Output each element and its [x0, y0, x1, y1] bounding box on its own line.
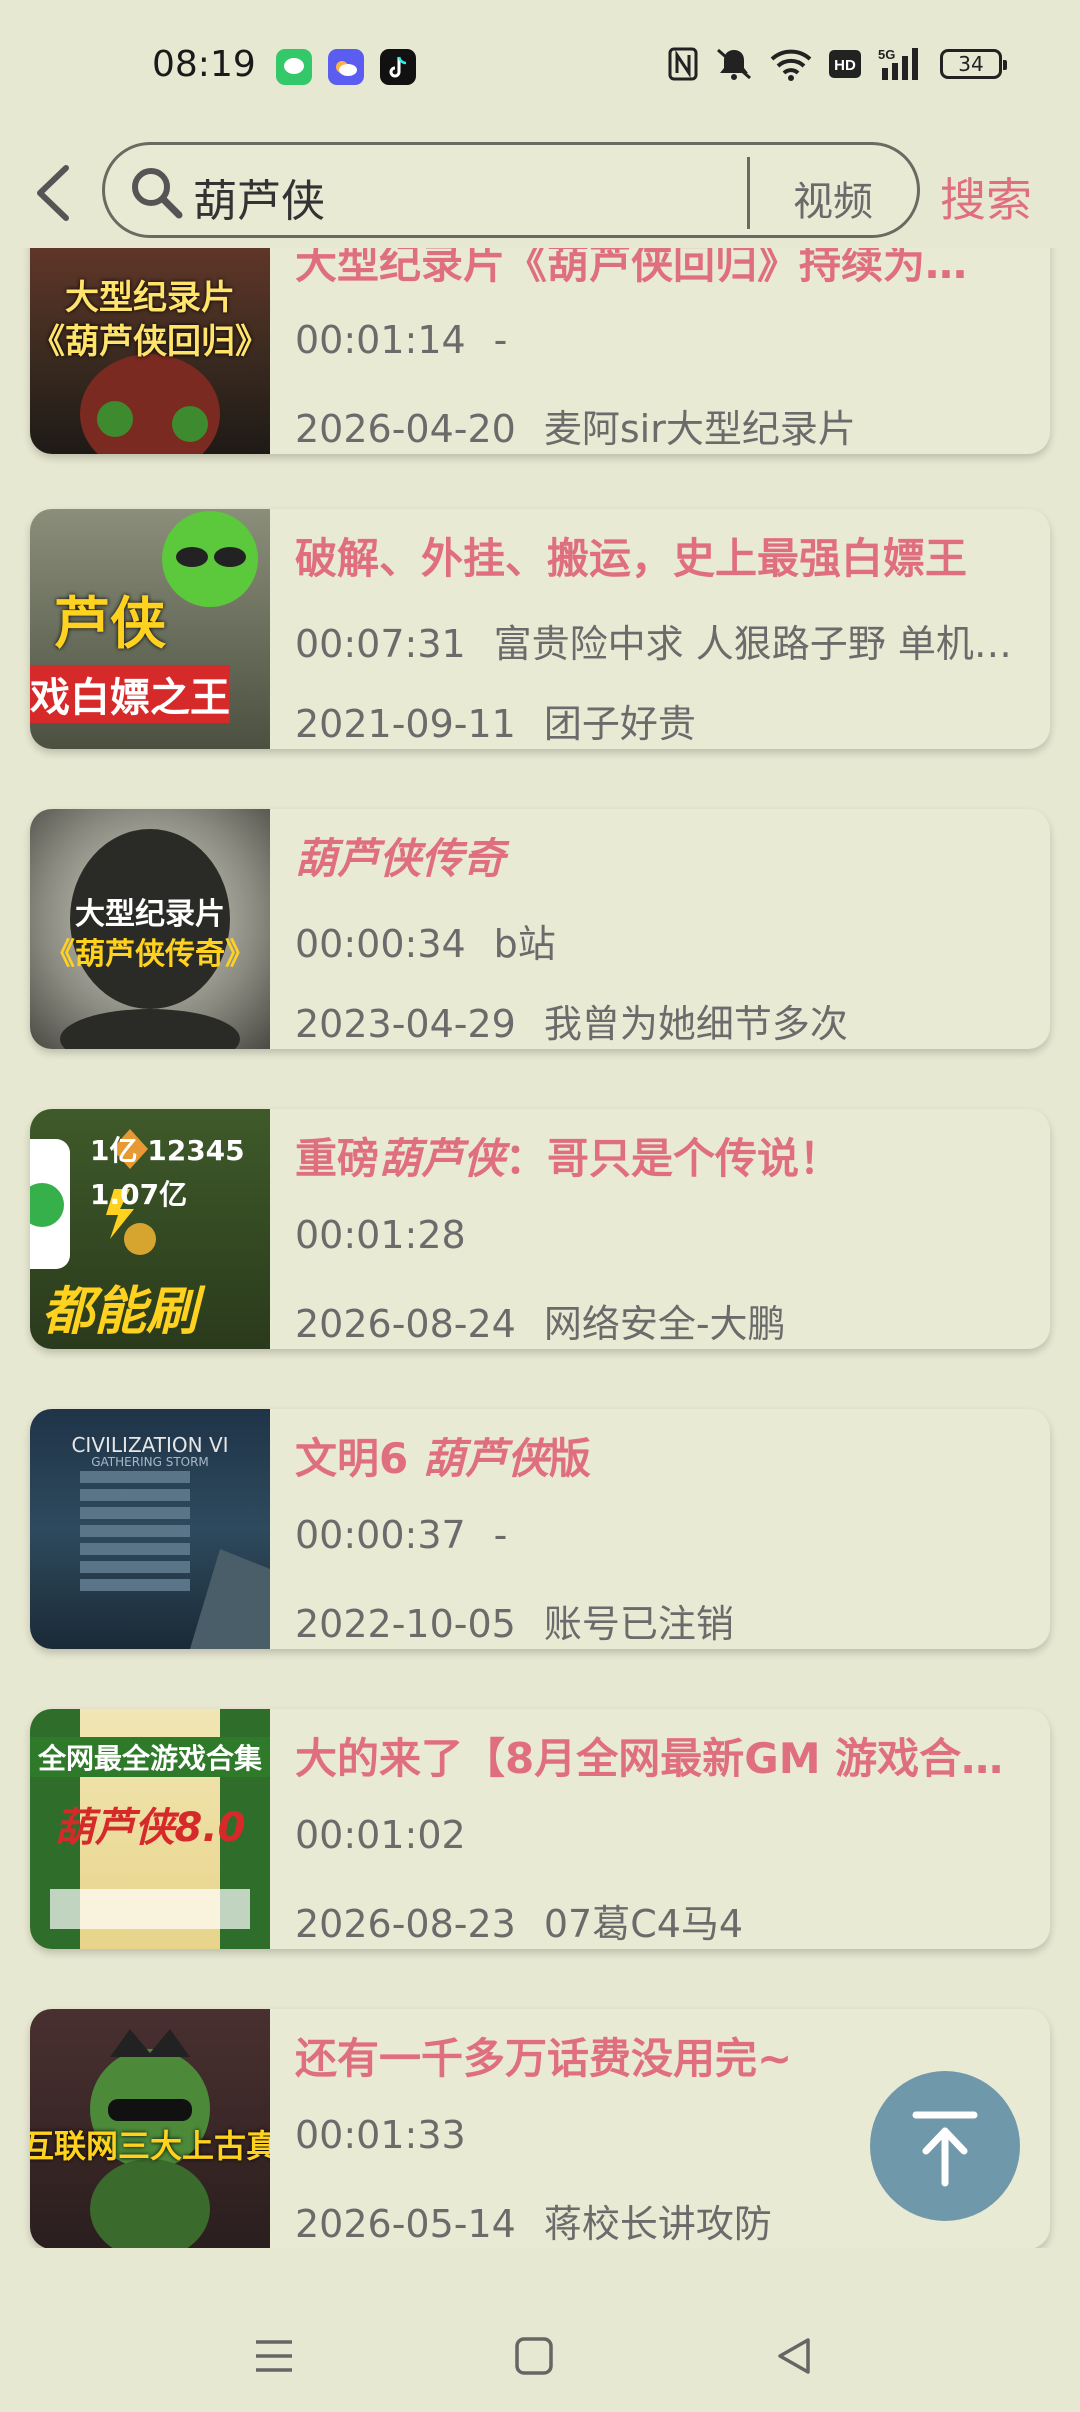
thumbnail-caption: 戏白嫖之王	[30, 665, 230, 723]
video-card[interactable]: 全网最全游戏合集 葫芦侠8.0 大的来了【8月全网最新GM 游戏合集】 00:0…	[30, 1709, 1050, 1949]
search-header: 葫芦侠 视频 搜索	[0, 138, 1080, 248]
video-meta-date: 2021-09-11 团子好贵	[295, 702, 696, 746]
video-thumbnail: 1亿 12345 1.07亿 都能刷	[30, 1109, 270, 1349]
nfc-icon	[668, 47, 698, 81]
video-card[interactable]: 芦侠 戏白嫖之王 破解、外挂、搬运，史上最强白嫖王 00:07:31 富贵险中求 …	[30, 509, 1050, 749]
status-icons: HD 5G 34	[668, 46, 1007, 82]
thumbnail-caption: 大型纪录片	[75, 897, 225, 932]
video-title: 文明6 葫芦侠版	[295, 1434, 591, 1483]
video-meta-date: 2026-08-23 07葛C4马4	[295, 1902, 744, 1946]
status-bar: 08:19 HD 5G 34	[0, 0, 1080, 138]
video-card[interactable]: CIVILIZATION VI GATHERING STORM 文明6 葫芦侠版…	[30, 1409, 1050, 1649]
video-meta-duration: 00:00:34 b站	[295, 922, 556, 966]
video-meta-duration: 00:00:37-	[295, 1513, 508, 1557]
thumbnail-caption: 全网最全游戏合集	[30, 1737, 270, 1777]
video-thumbnail: CIVILIZATION VI GATHERING STORM	[30, 1409, 270, 1649]
video-meta-duration: 00:07:31 富贵险中求 人狠路子野 单机游戏	[295, 622, 1035, 666]
wifi-icon	[770, 49, 812, 81]
thumbnail-caption: 芦侠	[54, 592, 166, 657]
thumbnail-caption: 都能刷	[41, 1282, 198, 1342]
search-input[interactable]: 葫芦侠	[193, 165, 325, 229]
scroll-to-top-button[interactable]	[870, 2071, 1020, 2221]
thumbnail-caption: 《葫芦侠回归》	[31, 322, 269, 362]
video-meta-date: 2026-08-24 网络安全-大鹏	[295, 1302, 786, 1346]
video-meta-duration: 00:01:02	[295, 1813, 466, 1857]
search-icon	[132, 168, 183, 219]
video-title: 大型纪录片《葫芦侠回归》持续为…	[295, 248, 968, 288]
video-thumbnail: 互联网三大上古真	[30, 2009, 270, 2248]
thumbnail-caption: CIVILIZATION VI	[71, 1433, 229, 1457]
battery-icon: 34	[940, 49, 1007, 79]
video-thumbnail: 大型纪录片 《葫芦侠回归》	[30, 248, 270, 454]
video-title: 葫芦侠传奇	[295, 834, 506, 883]
video-meta-date: 2023-04-29 我曾为她细节多次	[295, 1002, 848, 1046]
thumbnail-caption: 1亿 12345 1.07亿	[90, 1134, 245, 1211]
video-meta-date: 2022-10-05 账号已注销	[295, 1602, 734, 1646]
thumbnail-caption: 大型纪录片	[65, 278, 235, 318]
search-divider	[747, 157, 750, 229]
search-type-selector[interactable]: 视频	[793, 169, 873, 227]
video-title: 大的来了【8月全网最新GM 游戏合集】	[295, 1734, 1035, 1783]
svg-text:HD: HD	[834, 57, 856, 74]
thumbnail-caption: GATHERING STORM	[91, 1455, 209, 1469]
video-card[interactable]: 大型纪录片 《葫芦侠回归》 大型纪录片《葫芦侠回归》持续为… 00:01:14-…	[30, 248, 1050, 454]
video-card[interactable]: 大型纪录片 《葫芦侠传奇》 葫芦侠传奇 00:00:34 b站 2023-04-2…	[30, 809, 1050, 1049]
video-list[interactable]: 大型纪录片 《葫芦侠回归》 大型纪录片《葫芦侠回归》持续为… 00:01:14-…	[0, 248, 1080, 2248]
video-thumbnail: 全网最全游戏合集 葫芦侠8.0	[30, 1709, 270, 1949]
wechat-icon	[276, 49, 312, 85]
mute-icon	[717, 48, 751, 80]
video-title: 重磅葫芦侠：哥只是个传说！	[295, 1134, 842, 1183]
thumbnail-caption: 《葫芦侠传奇》	[45, 937, 255, 972]
thumbnail-caption: 葫芦侠8.0	[54, 1805, 246, 1851]
video-meta-duration: 00:01:28	[295, 1213, 466, 1257]
video-meta-duration: 00:01:14-	[295, 318, 508, 362]
signal-5g-icon: 5G	[878, 47, 918, 80]
svg-text:5G: 5G	[878, 47, 895, 62]
video-meta-date: 2026-04-20 麦阿sir大型纪录片	[295, 407, 856, 451]
video-thumbnail: 芦侠 戏白嫖之王	[30, 509, 270, 749]
thumbnail-caption: 互联网三大上古真	[30, 2127, 270, 2165]
cloud-app-icon	[328, 49, 364, 85]
arrow-up-to-top-icon	[912, 2111, 978, 2187]
video-card[interactable]: 1亿 12345 1.07亿 都能刷 重磅葫芦侠：哥只是个传说！ 00:01:2…	[30, 1109, 1050, 1349]
home-square-icon[interactable]	[506, 2328, 562, 2384]
hd-icon: HD	[829, 50, 861, 78]
back-arrow-icon[interactable]	[22, 162, 84, 224]
video-thumbnail: 大型纪录片 《葫芦侠传奇》	[30, 809, 270, 1049]
status-time: 08:19	[152, 44, 256, 85]
search-button[interactable]: 搜索	[940, 164, 1032, 230]
video-title: 破解、外挂、搬运，史上最强白嫖王	[295, 534, 968, 583]
battery-level: 34	[958, 52, 984, 76]
search-box[interactable]: 葫芦侠 视频	[102, 142, 920, 238]
back-triangle-icon[interactable]	[766, 2328, 822, 2384]
system-nav-bar	[0, 2300, 1080, 2412]
menu-icon[interactable]	[246, 2328, 302, 2384]
tiktok-icon	[380, 49, 416, 85]
